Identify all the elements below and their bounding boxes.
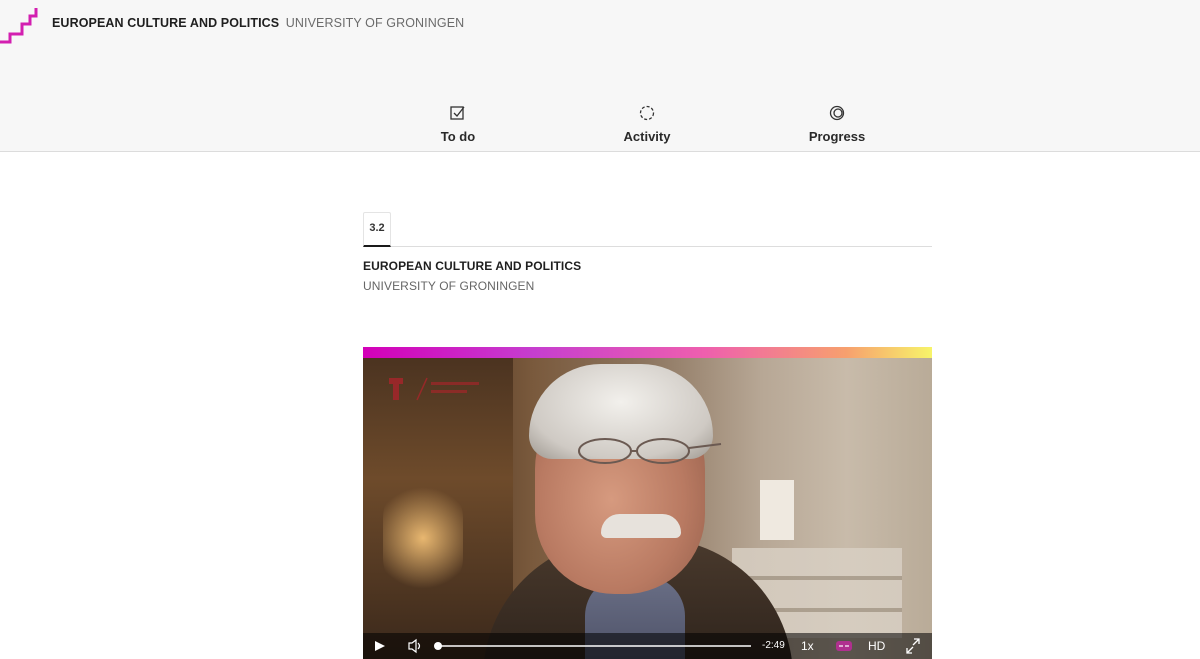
captions-icon[interactable] xyxy=(835,633,853,659)
time-remaining: -2:49 xyxy=(762,640,785,651)
progress-ring-icon xyxy=(829,105,845,121)
step-tab-3-2[interactable]: 3.2 xyxy=(363,212,391,247)
stair-step-logo-icon[interactable] xyxy=(0,6,40,44)
step-tabs: 3.2 xyxy=(363,212,932,247)
activity-ring-icon xyxy=(639,105,655,121)
fullscreen-icon[interactable] xyxy=(905,633,921,659)
video-controls: -2:49 1x HD xyxy=(363,633,932,659)
course-brand[interactable]: EUROPEAN CULTURE AND POLITICS UNIVERSITY… xyxy=(52,16,464,30)
checkbox-edit-icon xyxy=(450,106,465,120)
header-university: UNIVERSITY OF GRONINGEN xyxy=(285,16,465,30)
main-nav: To do Activity Progress xyxy=(0,104,1200,150)
speaker-mustache xyxy=(601,514,681,538)
background-light xyxy=(383,478,463,598)
step-course-title[interactable]: EUROPEAN CULTURE AND POLITICS xyxy=(363,259,581,273)
nav-item-progress[interactable]: Progress xyxy=(777,104,897,144)
play-icon[interactable] xyxy=(373,633,387,659)
nav-progress-label: Progress xyxy=(808,129,866,144)
university-watermark-logo xyxy=(389,377,479,401)
quality-button[interactable]: HD xyxy=(868,633,885,659)
top-header: EUROPEAN CULTURE AND POLITICS UNIVERSITY… xyxy=(0,0,1200,152)
speaker-glasses xyxy=(578,438,722,464)
volume-icon[interactable] xyxy=(407,633,423,659)
nav-activity-label: Activity xyxy=(623,129,671,144)
nav-todo-label: To do xyxy=(440,129,476,144)
seek-bar[interactable] xyxy=(437,645,751,647)
header-course-title: EUROPEAN CULTURE AND POLITICS xyxy=(52,16,280,30)
video-player[interactable]: -2:49 1x HD xyxy=(363,347,932,659)
seek-handle[interactable] xyxy=(434,642,442,650)
video-gradient-bar xyxy=(363,347,932,358)
nav-item-todo[interactable]: To do xyxy=(398,104,518,144)
background-card xyxy=(760,480,794,540)
step-university[interactable]: UNIVERSITY OF GRONINGEN xyxy=(363,279,534,293)
video-frame[interactable] xyxy=(363,358,932,659)
playback-speed-button[interactable]: 1x xyxy=(801,633,814,659)
nav-item-activity[interactable]: Activity xyxy=(587,104,707,144)
